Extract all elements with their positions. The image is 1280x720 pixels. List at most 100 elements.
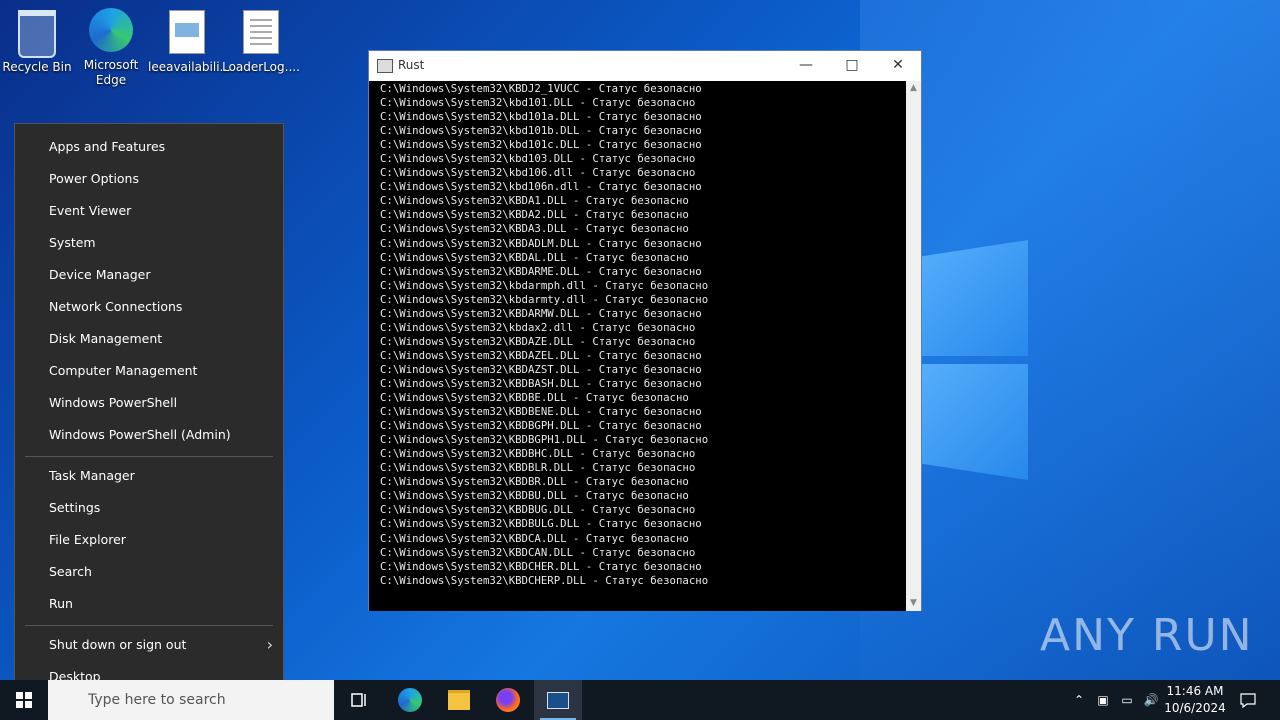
network-icon[interactable]: ▣ — [1092, 680, 1114, 720]
menu-separator — [25, 456, 273, 457]
menu-item-network-connections[interactable]: Network Connections — [15, 291, 283, 323]
title-bar[interactable]: Rust — □ ✕ — [369, 51, 921, 81]
console-line: C:\Windows\System32\KBDCHER.DLL - Статус… — [380, 559, 702, 573]
watermark-logo: ANY RUN — [1040, 610, 1254, 661]
console-line: C:\Windows\System32\KBDA1.DLL - Статус б… — [380, 194, 689, 208]
menu-item-disk-management[interactable]: Disk Management — [15, 323, 283, 355]
vertical-scrollbar[interactable]: ▲ ▼ — [906, 81, 921, 611]
menu-item-event-viewer[interactable]: Event Viewer — [15, 195, 283, 227]
folder-icon — [448, 690, 470, 710]
show-hidden-icons-button[interactable]: ⌃ — [1068, 680, 1090, 720]
edge-icon — [398, 688, 422, 712]
taskbar-clock[interactable]: 11:46 AM 10/6/2024 — [1160, 683, 1230, 717]
console-line: C:\Windows\System32\kbd101.DLL - Статус … — [380, 96, 696, 110]
menu-item-windows-powershell[interactable]: Windows PowerShell — [15, 387, 283, 419]
taskbar-file-explorer[interactable] — [435, 680, 483, 720]
console-line: C:\Windows\System32\kbd101a.DLL - Статус… — [380, 110, 702, 124]
console-line: C:\Windows\System32\KBDBULG.DLL - Статус… — [380, 517, 702, 531]
menu-item-run[interactable]: Run — [15, 588, 283, 620]
image-file-icon — [164, 10, 210, 56]
desktop-icon-label: Recycle Bin — [2, 60, 72, 74]
desktop-icon-file-1[interactable]: leeavailabili... — [148, 8, 231, 75]
menu-item-device-manager[interactable]: Device Manager — [15, 259, 283, 291]
menu-item-search[interactable]: Search — [15, 556, 283, 588]
console-line: C:\Windows\System32\KBDBGPH1.DLL - Стату… — [380, 433, 709, 447]
console-line: C:\Windows\System32\KBDARMW.DLL - Статус… — [380, 306, 702, 320]
console-line: C:\Windows\System32\KBDJ2_1VUCC - Статус… — [380, 82, 702, 95]
console-line: C:\Windows\System32\KBDBUG.DLL - Статус … — [380, 503, 696, 517]
console-window: Rust — □ ✕ C:\Windows\System32\KBDJ2_1VU… — [368, 50, 922, 611]
console-line: C:\Windows\System32\KBDARME.DLL - Статус… — [380, 264, 702, 278]
maximize-button[interactable]: □ — [829, 51, 875, 81]
notifications-button[interactable] — [1232, 680, 1264, 720]
menu-item-computer-management[interactable]: Computer Management — [15, 355, 283, 387]
desktop-icon-label: LoaderLog.... — [222, 60, 300, 74]
console-line: C:\Windows\System32\KBDA3.DLL - Статус б… — [380, 222, 689, 236]
menu-item-shut-down[interactable]: Shut down or sign out › — [15, 629, 283, 661]
search-input[interactable]: Type here to search — [48, 680, 334, 720]
console-line: C:\Windows\System32\kbdax2.dll - Статус … — [380, 320, 696, 334]
menu-item-power-options[interactable]: Power Options — [15, 163, 283, 195]
console-line: C:\Windows\System32\KBDBENE.DLL - Статус… — [380, 405, 702, 419]
wallpaper-logo-pane — [922, 240, 1028, 356]
taskbar-console[interactable] — [534, 680, 582, 720]
menu-item-settings[interactable]: Settings — [15, 492, 283, 524]
console-line: C:\Windows\System32\kbd101c.DLL - Статус… — [380, 138, 702, 152]
console-line: C:\Windows\System32\KBDAL.DLL - Статус б… — [380, 250, 689, 264]
console-line: C:\Windows\System32\KBDBASH.DLL - Статус… — [380, 376, 702, 390]
menu-separator — [25, 625, 273, 626]
menu-item-windows-powershell-admin[interactable]: Windows PowerShell (Admin) — [15, 419, 283, 451]
console-line: C:\Windows\System32\KBDBGPH.DLL - Статус… — [380, 419, 702, 433]
console-lines: C:\Windows\System32\KBDJ2_1VUCC - Статус… — [380, 82, 708, 588]
desktop-icon-recycle-bin[interactable]: Recycle Bin — [0, 8, 76, 75]
recycle-bin-icon — [14, 10, 60, 58]
start-button[interactable] — [0, 680, 48, 720]
console-line: C:\Windows\System32\kbdarmty.dll - Стату… — [380, 292, 709, 306]
menu-item-system[interactable]: System — [15, 227, 283, 259]
console-line: C:\Windows\System32\kbdarmph.dll - Стату… — [380, 278, 709, 292]
console-line: C:\Windows\System32\kbd103.DLL - Статус … — [380, 152, 696, 166]
scroll-up-icon[interactable]: ▲ — [906, 81, 921, 96]
menu-item-file-explorer[interactable]: File Explorer — [15, 524, 283, 556]
taskbar-edge[interactable] — [386, 680, 434, 720]
console-app-icon — [547, 691, 569, 709]
task-view-button[interactable] — [336, 680, 384, 720]
scroll-down-icon[interactable]: ▼ — [906, 596, 921, 611]
console-line: C:\Windows\System32\KBDAZE.DLL - Статус … — [380, 334, 696, 348]
chevron-right-icon: › — [266, 635, 273, 654]
task-view-icon — [351, 693, 366, 707]
console-line: C:\Windows\System32\KBDBE.DLL - Статус б… — [380, 391, 689, 405]
windows-logo-icon — [16, 692, 32, 708]
console-line: C:\Windows\System32\KBDBR.DLL - Статус б… — [380, 475, 689, 489]
console-line: C:\Windows\System32\KBDADLM.DLL - Статус… — [380, 236, 702, 250]
console-output[interactable]: C:\Windows\System32\KBDJ2_1VUCC - Статус… — [369, 81, 906, 611]
desktop-icon-file-2[interactable]: LoaderLog.... — [222, 8, 300, 75]
menu-item-task-manager[interactable]: Task Manager — [15, 460, 283, 492]
console-line: C:\Windows\System32\KBDCAN.DLL - Статус … — [380, 545, 696, 559]
close-button[interactable]: ✕ — [875, 51, 921, 81]
console-line: C:\Windows\System32\KBDBLR.DLL - Статус … — [380, 461, 696, 475]
console-line: C:\Windows\System32\KBDCHERP.DLL - Стату… — [380, 573, 709, 587]
console-line: C:\Windows\System32\KBDCA.DLL - Статус б… — [380, 531, 689, 545]
menu-item-label: Shut down or sign out — [49, 637, 187, 652]
console-line: C:\Windows\System32\KBDAZST.DLL - Статус… — [380, 362, 702, 376]
console-line: C:\Windows\System32\KBDBU.DLL - Статус б… — [380, 489, 689, 503]
desktop-icon-label: Microsoft Edge — [83, 58, 139, 87]
minimize-button[interactable]: — — [783, 51, 829, 81]
display-icon[interactable]: ▭ — [1116, 680, 1138, 720]
console-line: C:\Windows\System32\KBDBHC.DLL - Статус … — [380, 447, 696, 461]
menu-item-apps-and-features[interactable]: Apps and Features — [15, 131, 283, 163]
taskbar-firefox[interactable] — [484, 680, 532, 720]
edge-icon — [88, 8, 134, 54]
console-line: C:\Windows\System32\KBDAZEL.DLL - Статус… — [380, 348, 702, 362]
desktop-icon-edge[interactable]: Microsoft Edge — [72, 8, 150, 88]
winx-menu: Apps and Features Power Options Event Vi… — [14, 123, 284, 703]
firefox-icon — [496, 688, 520, 712]
console-line: C:\Windows\System32\KBDA2.DLL - Статус б… — [380, 208, 689, 222]
console-line: C:\Windows\System32\kbd101b.DLL - Статус… — [380, 124, 702, 138]
window-title: Rust — [398, 58, 425, 72]
text-file-icon — [238, 10, 284, 56]
clock-time: 11:46 AM — [1166, 684, 1224, 698]
volume-icon[interactable]: 🔊 — [1140, 680, 1162, 720]
console-line: C:\Windows\System32\kbd106.dll - Статус … — [380, 166, 696, 180]
